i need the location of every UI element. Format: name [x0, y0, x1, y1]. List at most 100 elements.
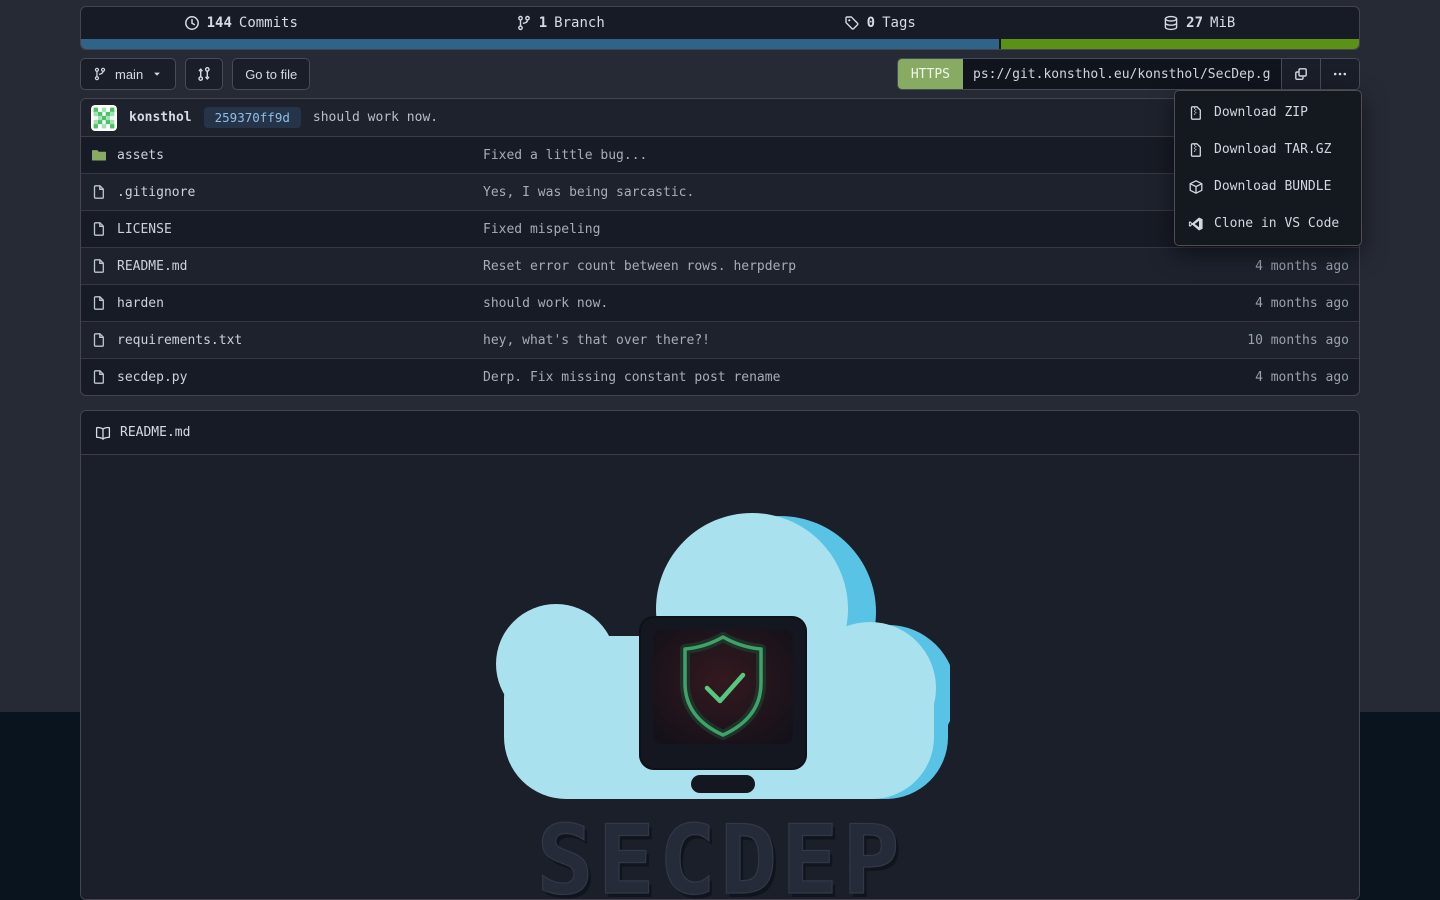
file-name-label: README.md — [117, 259, 187, 274]
file-row-assets: assets Fixed a little bug... — [81, 137, 1359, 173]
file-link[interactable]: .gitignore — [91, 184, 483, 200]
vscode-icon — [1188, 216, 1204, 232]
file-commit-message[interactable]: Derp. Fix missing constant post rename — [483, 370, 1119, 385]
zip-icon — [1188, 142, 1204, 158]
repo-stats-box: 144 Commits 1 Branch 0 Tags 27 MiB — [80, 6, 1360, 50]
tag-icon — [844, 15, 860, 31]
chevron-down-icon — [151, 68, 163, 80]
book-icon — [95, 425, 111, 441]
file-row-harden: harden should work now.4 months ago — [81, 284, 1359, 321]
file-link[interactable]: secdep.py — [91, 369, 483, 385]
menu-item-label: Download TAR.GZ — [1214, 142, 1331, 157]
https-label: HTTPS — [911, 67, 950, 82]
branch-selector[interactable]: main — [80, 58, 176, 90]
file-commit-date: 4 months ago — [1119, 296, 1349, 311]
file-commit-message[interactable]: hey, what's that over there?! — [483, 333, 1119, 348]
file-link[interactable]: README.md — [91, 258, 483, 274]
commit-message[interactable]: should work now. — [313, 110, 438, 125]
branch-icon — [93, 67, 107, 81]
menu-item-label: Download ZIP — [1214, 105, 1308, 120]
menu-item-label: Clone in VS Code — [1214, 216, 1339, 231]
package-icon — [1188, 179, 1204, 195]
kebab-menu-icon — [1332, 66, 1348, 82]
zip-icon — [1188, 105, 1204, 121]
readme-title: README.md — [120, 425, 190, 440]
language-segment-1[interactable] — [81, 39, 999, 49]
monitor-graphic — [640, 617, 806, 793]
file-rows: assets Fixed a little bug... .gitignore Yes… — [81, 137, 1359, 395]
file-icon — [91, 332, 107, 348]
file-name-label: secdep.py — [117, 370, 187, 385]
file-icon — [91, 221, 107, 237]
commit-author[interactable]: konsthol — [129, 110, 192, 125]
stat-count: 144 — [207, 15, 232, 31]
file-row-secdep-py: secdep.py Derp. Fix missing constant post… — [81, 358, 1359, 395]
file-name-label: assets — [117, 148, 164, 163]
menu-item-clone-in-vs-code[interactable]: Clone in VS Code — [1175, 205, 1361, 242]
language-segment-2[interactable] — [1001, 39, 1359, 49]
menu-item-download-zip[interactable]: Download ZIP — [1175, 94, 1361, 131]
file-icon — [91, 295, 107, 311]
stat-label: Commits — [239, 15, 298, 31]
file-name-label: requirements.txt — [117, 333, 242, 348]
branch-icon — [516, 15, 532, 31]
stat-count: 1 — [539, 15, 547, 31]
latest-commit-row: konsthol 259370ff9d should work now. — [81, 99, 1359, 137]
file-commit-date: 4 months ago — [1119, 259, 1349, 274]
file-commit-message[interactable]: Reset error count between rows. herpderp — [483, 259, 1119, 274]
menu-item-label: Download BUNDLE — [1214, 179, 1331, 194]
file-icon — [91, 369, 107, 385]
stat-tags[interactable]: 0 Tags — [720, 15, 1040, 31]
stat-count: 0 — [867, 15, 875, 31]
https-protocol-button[interactable]: HTTPS — [898, 59, 963, 89]
file-link[interactable]: harden — [91, 295, 483, 311]
copy-url-button[interactable] — [1281, 59, 1320, 89]
file-row-readme-md: README.md Reset error count between rows.… — [81, 247, 1359, 284]
file-link[interactable]: requirements.txt — [91, 332, 483, 348]
file-icon — [91, 184, 107, 200]
readme-content: SECDEP SECDEP — [81, 455, 1359, 900]
menu-item-download-bundle[interactable]: Download BUNDLE — [1175, 168, 1361, 205]
stat-label: MiB — [1210, 15, 1235, 31]
avatar[interactable] — [91, 105, 117, 131]
file-commit-date: 10 months ago — [1119, 333, 1349, 348]
repo-toolbar: main Go to file HTTPS — [80, 58, 1360, 90]
file-row-license: LICENSE Fixed mispeling — [81, 210, 1359, 247]
stat-branch[interactable]: 1 Branch — [401, 15, 721, 31]
history-icon — [184, 15, 200, 31]
file-name-label: LICENSE — [117, 222, 172, 237]
file-name-label: .gitignore — [117, 185, 195, 200]
secdep-logo-image: SECDEP SECDEP — [490, 491, 950, 900]
file-link[interactable]: LICENSE — [91, 221, 483, 237]
more-actions-button[interactable] — [1320, 59, 1359, 89]
clone-url-group: HTTPS — [897, 58, 1360, 90]
clone-url-input[interactable] — [963, 59, 1281, 89]
file-row--gitignore: .gitignore Yes, I was being sarcastic. — [81, 173, 1359, 210]
stat-label: Branch — [554, 15, 605, 31]
file-list-box: konsthol 259370ff9d should work now. ass… — [80, 98, 1360, 396]
repo-stats-row: 144 Commits 1 Branch 0 Tags 27 MiB — [81, 7, 1359, 39]
folder-icon — [91, 147, 107, 163]
stat-mib[interactable]: 27 MiB — [1040, 15, 1360, 31]
branch-name: main — [115, 67, 143, 82]
file-commit-message[interactable]: Fixed mispeling — [483, 222, 1119, 237]
db-icon — [1163, 15, 1179, 31]
stat-label: Tags — [882, 15, 916, 31]
file-icon — [91, 258, 107, 274]
git-compare-icon — [196, 66, 212, 82]
repo-page: 144 Commits 1 Branch 0 Tags 27 MiB main Go to f… — [80, 0, 1360, 900]
stat-commits[interactable]: 144 Commits — [81, 15, 401, 31]
menu-item-download-tar-gz[interactable]: Download TAR.GZ — [1175, 131, 1361, 168]
stat-count: 27 — [1186, 15, 1203, 31]
file-commit-message[interactable]: Yes, I was being sarcastic. — [483, 185, 1119, 200]
file-commit-message[interactable]: should work now. — [483, 296, 1119, 311]
go-to-file-label: Go to file — [245, 67, 297, 82]
commit-hash-badge[interactable]: 259370ff9d — [204, 107, 301, 128]
language-stats-bar[interactable] — [81, 39, 1359, 49]
go-to-file-button[interactable]: Go to file — [232, 58, 310, 90]
file-name-label: harden — [117, 296, 164, 311]
file-commit-message[interactable]: Fixed a little bug... — [483, 148, 1119, 163]
readme-box: README.md — [80, 410, 1360, 900]
compare-button[interactable] — [185, 58, 223, 90]
file-link[interactable]: assets — [91, 147, 483, 163]
